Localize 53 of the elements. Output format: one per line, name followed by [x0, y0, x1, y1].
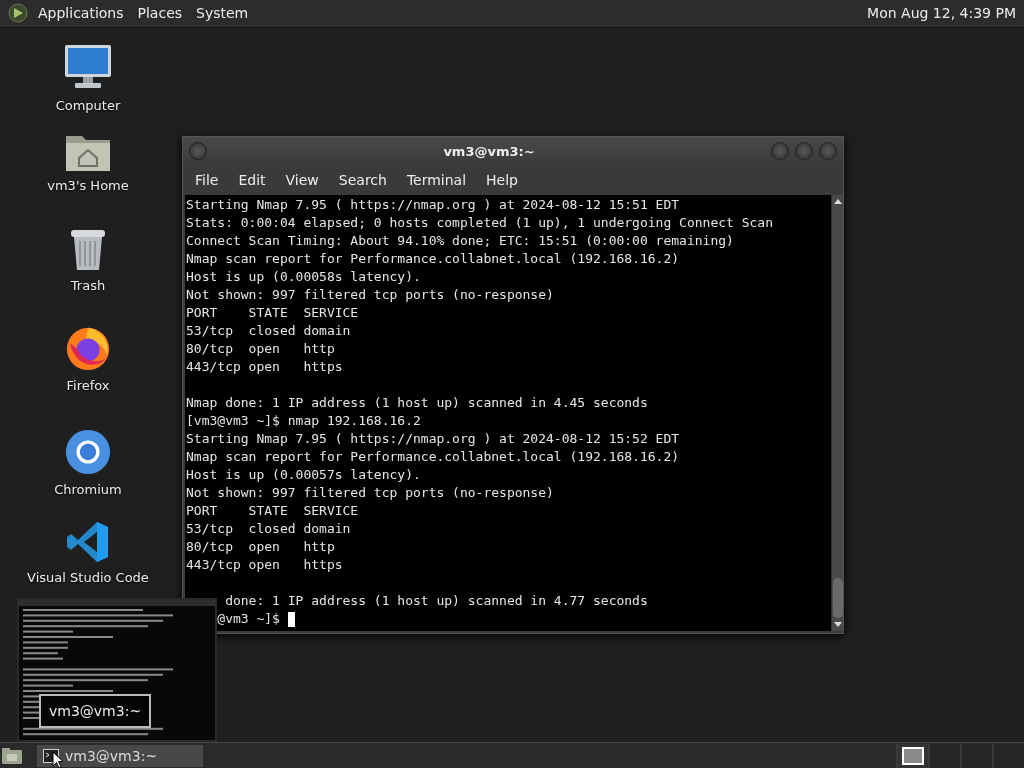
clock[interactable]: Mon Aug 12, 4:39 PM	[867, 4, 1016, 21]
terminal-line: Host is up (0.00057s latency).	[186, 466, 421, 484]
desktop-icon-label[interactable]: Trash	[70, 278, 106, 293]
terminal-line: PORT STATE SERVICE	[186, 304, 359, 322]
show-desktop-icon[interactable]	[1, 746, 23, 765]
terminal-line: Starting Nmap 7.95 ( https://nmap.org ) at 2024-08-12 15:52 EDT	[186, 430, 680, 448]
window-preview[interactable]: vm3@vm3:~	[17, 598, 217, 742]
terminal-line: Host is up (0.00058s latency).	[186, 268, 421, 286]
terminal-line: PORT STATE SERVICE	[186, 502, 359, 520]
terminal-line: done: 1 IP address (1 host up) scanned in 4.77 seconds	[224, 592, 648, 610]
taskbar-button[interactable]: vm3@vm3:~	[37, 744, 203, 767]
workspace-button[interactable]	[896, 743, 928, 768]
scroll-down-icon[interactable]	[833, 622, 842, 627]
panel-menu[interactable]: System	[196, 4, 249, 21]
panel-menu[interactable]: Applications	[38, 4, 124, 21]
terminal-line: 80/tcp open http	[186, 340, 335, 358]
terminal-line: Connect Scan Timing: About 94.10% done; ETC: 15:51 (0:00:00 remaining)	[186, 232, 734, 250]
trash-icon[interactable]	[68, 228, 108, 272]
terminal-line: 53/tcp closed domain	[186, 322, 351, 340]
desktop-icon-label[interactable]: Visual Studio Code	[27, 570, 149, 585]
desktop-icon-label[interactable]: Firefox	[66, 378, 110, 393]
panel-menu[interactable]: Places	[137, 4, 183, 21]
terminal-line: Starting Nmap 7.95 ( https://nmap.org ) at 2024-08-12 15:51 EDT	[186, 196, 680, 214]
scrollbar-thumb[interactable]	[832, 578, 843, 618]
terminal-line: [vm3@vm3 ~]$ nmap 192.168.16.2	[186, 412, 421, 430]
window-title: vm3@vm3:~	[442, 143, 536, 159]
terminal-line: Stats: 0:00:04 elapsed; 0 hosts completed (1 up), 1 undergoing Connect Scan	[186, 214, 773, 232]
terminal-line: Not shown: 997 filtered tcp ports (no-response)	[186, 286, 554, 304]
menu-item[interactable]: Help	[478, 172, 526, 188]
desktop-icon-label[interactable]: Chromium	[54, 482, 122, 497]
terminal-line: 443/tcp open https	[186, 358, 343, 376]
terminal-line: @vm3 ~]$	[216, 610, 280, 628]
desktop-icon-label[interactable]: Computer	[55, 98, 121, 113]
menu-item[interactable]: View	[277, 172, 327, 188]
menu-item[interactable]: Terminal	[398, 172, 475, 188]
terminal-line: Nmap done: 1 IP address (1 host up) scanned in 4.45 seconds	[186, 394, 648, 412]
chromium-icon[interactable]	[64, 428, 112, 476]
mouse-pointer-icon	[52, 751, 64, 768]
desktop-icon-label[interactable]: vm3's Home	[47, 178, 129, 193]
terminal-line: 443/tcp open https	[186, 556, 343, 574]
terminal-line: 53/tcp closed domain	[186, 520, 351, 538]
scrollbar[interactable]	[831, 195, 843, 631]
scroll-up-icon[interactable]	[833, 199, 842, 204]
window-tooltip: vm3@vm3:~	[39, 694, 152, 728]
menu-item[interactable]: File	[187, 172, 227, 188]
terminal-line: Nmap scan report for Performance.collabnet.local (192.168.16.2)	[186, 448, 680, 466]
terminal-line: 80/tcp open http	[186, 538, 335, 556]
code-editor-icon[interactable]	[66, 520, 110, 564]
terminal-line: Nmap scan report for Performance.collabnet.local (192.168.16.2)	[186, 250, 680, 268]
menu-item[interactable]: Search	[330, 172, 395, 188]
terminal-line: Not shown: 997 filtered tcp ports (no-response)	[186, 484, 554, 502]
menu-item[interactable]: Edit	[230, 172, 274, 188]
text-cursor	[287, 612, 295, 627]
